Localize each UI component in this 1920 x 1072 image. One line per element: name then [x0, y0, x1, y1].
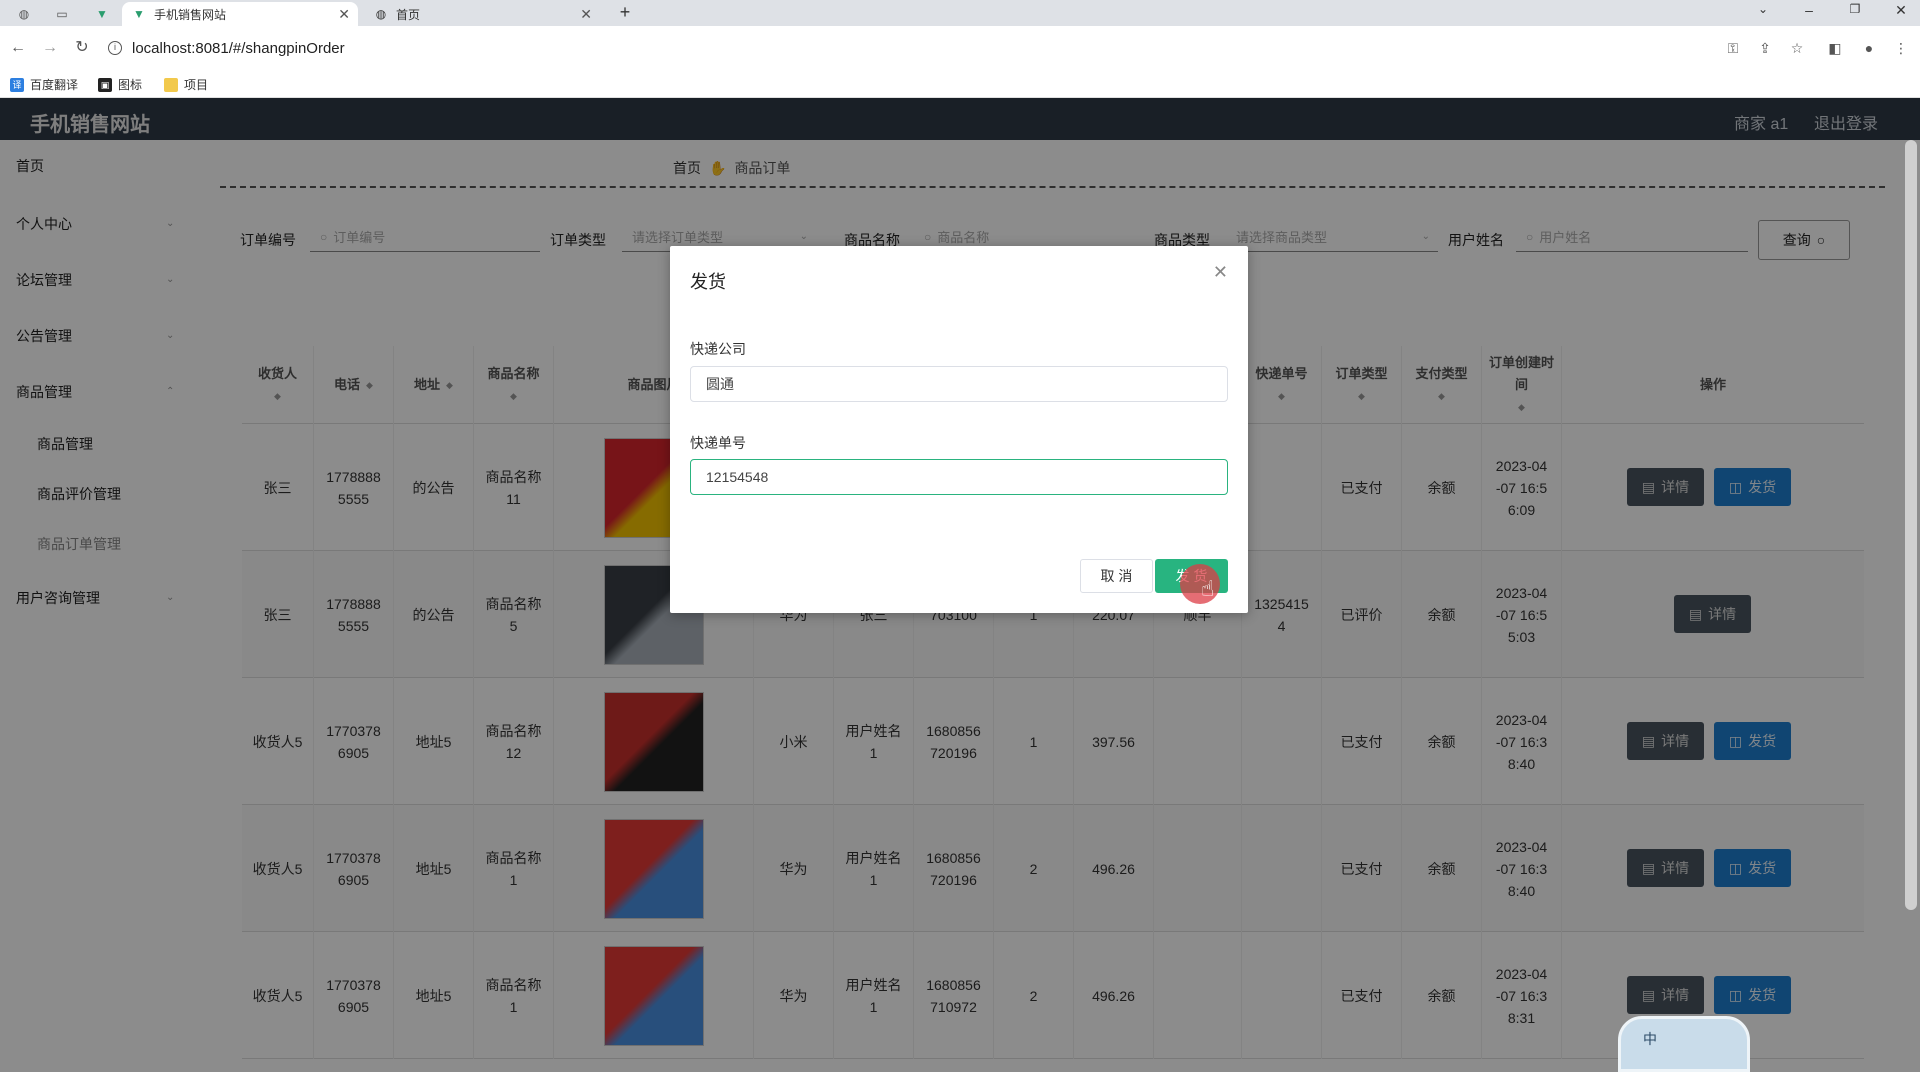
cancel-button[interactable]: 取 消 — [1080, 559, 1153, 593]
bookmark-baidu-translate[interactable]: 译 百度翻译 — [10, 76, 78, 93]
window-close-icon[interactable]: ✕ — [1886, 2, 1916, 19]
reload-icon[interactable]: ↻ — [70, 36, 94, 60]
ime-widget[interactable]: 中 — [1618, 1016, 1750, 1072]
ime-label: 中 — [1643, 1031, 1657, 1047]
info-icon[interactable]: i — [108, 41, 122, 55]
close-icon[interactable]: ✕ — [1213, 262, 1228, 283]
vue-icon[interactable]: ▼ — [90, 3, 114, 25]
address-bar: ← → ↻ i localhost:8081/#/shangpinOrder ⚿… — [0, 26, 1920, 70]
tab-title: 首页 — [396, 7, 421, 22]
dialog-title: 发货 — [690, 272, 726, 292]
translate-icon: 译 — [10, 77, 24, 92]
bookmark-label: 项目 — [184, 78, 209, 92]
number-label: 快递单号 — [690, 435, 746, 451]
bookmark-label: 百度翻译 — [30, 78, 79, 92]
folder-icon — [164, 77, 178, 92]
bookmark-label: 图标 — [118, 78, 143, 92]
bookmark-project[interactable]: 项目 — [164, 76, 208, 93]
url-field[interactable]: i localhost:8081/#/shangpinOrder — [108, 34, 345, 62]
globe-icon: ◍ — [375, 7, 387, 21]
pointer-cursor-icon: ☝ — [1201, 576, 1215, 601]
menu-icon[interactable]: ⋮ — [1892, 40, 1910, 58]
new-tab-button[interactable]: + — [610, 2, 640, 23]
image-icon: ▣ — [98, 77, 112, 92]
share-icon[interactable]: ⇪ — [1756, 40, 1774, 58]
tab-home[interactable]: ◍ 首页 ✕ — [364, 2, 600, 26]
sidepanel-icon[interactable]: ◧ — [1826, 40, 1844, 58]
tab-search-icon[interactable]: ⌄ — [1748, 2, 1778, 16]
restore-icon[interactable]: ❐ — [1840, 2, 1870, 16]
vue-icon: ▼ — [133, 7, 145, 21]
close-icon[interactable]: ✕ — [580, 6, 592, 23]
key-icon[interactable]: ⚿ — [1724, 40, 1742, 58]
forward-icon[interactable]: → — [38, 36, 62, 60]
star-icon[interactable]: ☆ — [1788, 40, 1806, 58]
close-icon[interactable]: ✕ — [338, 6, 350, 23]
browser-tab-bar: ◍ ▭ ▼ ▼ 手机销售网站 ✕ ◍ 首页 ✕ + ⌄ – ❐ ✕ — [0, 0, 1920, 26]
ship-dialog: 发货 ✕ 快递公司 圆通 快递单号 12154548 取 消 发 货 ☝ — [670, 246, 1248, 613]
scrollbar[interactable] — [1905, 140, 1917, 910]
company-input[interactable]: 圆通 — [690, 366, 1228, 402]
bookmarks-bar: 译 百度翻译 ▣ 图标 项目 — [0, 70, 1920, 98]
blank-tab-icon[interactable]: ▭ — [50, 3, 74, 25]
company-label: 快递公司 — [690, 341, 746, 357]
profile-icon[interactable]: ● — [1860, 40, 1878, 58]
tracking-number-input[interactable]: 12154548 — [690, 459, 1228, 495]
url-text: localhost:8081/#/shangpinOrder — [132, 39, 345, 57]
minimize-icon[interactable]: – — [1794, 2, 1824, 18]
tab-title: 手机销售网站 — [154, 7, 227, 22]
globe-icon[interactable]: ◍ — [12, 3, 36, 25]
bookmark-icons[interactable]: ▣ 图标 — [98, 76, 142, 93]
tab-shop[interactable]: ▼ 手机销售网站 ✕ — [122, 2, 358, 26]
back-icon[interactable]: ← — [6, 36, 30, 60]
